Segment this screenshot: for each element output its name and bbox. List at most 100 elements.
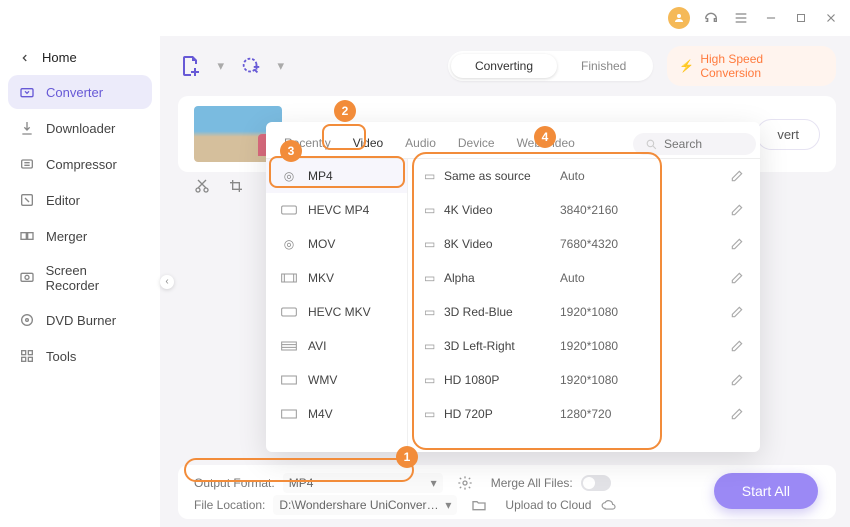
sidebar-item-compressor[interactable]: Compressor bbox=[8, 147, 152, 181]
tab-video[interactable]: Video bbox=[349, 130, 387, 158]
sidebar-item-label: Converter bbox=[46, 85, 103, 100]
crop-icon[interactable] bbox=[228, 178, 244, 194]
format-label: WMV bbox=[308, 373, 337, 387]
preset-res: 1920*1080 bbox=[560, 305, 730, 319]
tab-device[interactable]: Device bbox=[454, 130, 499, 158]
format-item-wmv[interactable]: WMV bbox=[266, 363, 407, 397]
preset-name: 3D Red-Blue bbox=[444, 305, 560, 319]
sidebar-item-label: Downloader bbox=[46, 121, 115, 136]
preset-row[interactable]: ▭Same as sourceAuto bbox=[408, 159, 760, 193]
back-label: Home bbox=[42, 50, 77, 65]
sidebar-item-editor[interactable]: Editor bbox=[8, 183, 152, 217]
disc-icon: ◎ bbox=[280, 237, 298, 251]
preset-row[interactable]: ▭HD 1080P1920*1080 bbox=[408, 363, 760, 397]
format-item-mkv[interactable]: MKV bbox=[266, 261, 407, 295]
preset-row[interactable]: ▭HD 720P1280*720 bbox=[408, 397, 760, 431]
sidebar-item-dvdburner[interactable]: DVD Burner bbox=[8, 303, 152, 337]
user-avatar[interactable] bbox=[668, 7, 690, 29]
start-all-button[interactable]: Start All bbox=[714, 473, 818, 509]
video-icon: ▭ bbox=[424, 305, 444, 319]
video-icon: ▭ bbox=[424, 169, 444, 183]
converter-icon bbox=[18, 83, 36, 101]
edit-preset-icon[interactable] bbox=[730, 305, 744, 319]
close-button[interactable] bbox=[822, 9, 840, 27]
folder-icon[interactable] bbox=[471, 497, 487, 513]
sidebar-item-converter[interactable]: Converter bbox=[8, 75, 152, 109]
topbar: ▾ ▾ Converting Finished ⚡ High Speed Con… bbox=[178, 46, 836, 86]
back-home[interactable]: Home bbox=[8, 42, 152, 73]
tools-icon bbox=[18, 347, 36, 365]
preset-res: 3840*2160 bbox=[560, 203, 730, 217]
sidebar-item-label: Compressor bbox=[46, 157, 117, 172]
edit-preset-icon[interactable] bbox=[730, 169, 744, 183]
video-icon: ▭ bbox=[424, 373, 444, 387]
film-icon bbox=[280, 271, 298, 285]
format-item-mp4[interactable]: ◎MP4 bbox=[266, 159, 407, 193]
convert-button[interactable]: vert bbox=[756, 119, 820, 150]
file-location-value: D:\Wondershare UniConverter 1 bbox=[279, 498, 439, 512]
editor-icon bbox=[18, 191, 36, 209]
format-label: MP4 bbox=[308, 169, 333, 183]
tab-audio[interactable]: Audio bbox=[401, 130, 440, 158]
sidebar-toggle-handle[interactable]: ‹ bbox=[160, 36, 174, 527]
titlebar bbox=[0, 0, 850, 36]
file-location-select[interactable]: D:\Wondershare UniConverter 1 ▾ bbox=[273, 495, 457, 515]
edit-preset-icon[interactable] bbox=[730, 407, 744, 421]
preset-row[interactable]: ▭3D Left-Right1920*1080 bbox=[408, 329, 760, 363]
video-icon: ▭ bbox=[424, 271, 444, 285]
preset-name: 3D Left-Right bbox=[444, 339, 560, 353]
sidebar-item-merger[interactable]: Merger bbox=[8, 219, 152, 253]
format-item-avi[interactable]: AVI bbox=[266, 329, 407, 363]
menu-icon[interactable] bbox=[732, 9, 750, 27]
output-format-label: Output Format: bbox=[194, 476, 275, 490]
maximize-button[interactable] bbox=[792, 9, 810, 27]
tab-converting[interactable]: Converting bbox=[451, 54, 557, 78]
trim-icon[interactable] bbox=[194, 178, 210, 194]
merger-icon bbox=[18, 227, 36, 245]
edit-preset-icon[interactable] bbox=[730, 339, 744, 353]
sidebar-item-screenrecorder[interactable]: Screen Recorder bbox=[8, 255, 152, 301]
edit-preset-icon[interactable] bbox=[730, 203, 744, 217]
format-item-hevcmp4[interactable]: HEVC MP4 bbox=[266, 193, 407, 227]
hevc-icon bbox=[280, 203, 298, 217]
format-search[interactable] bbox=[633, 133, 756, 155]
edit-preset-icon[interactable] bbox=[730, 271, 744, 285]
preset-res: 7680*4320 bbox=[560, 237, 730, 251]
preset-row[interactable]: ▭3D Red-Blue1920*1080 bbox=[408, 295, 760, 329]
format-label: MOV bbox=[308, 237, 335, 251]
screenrecorder-icon bbox=[18, 269, 36, 287]
upload-cloud-label: Upload to Cloud bbox=[505, 498, 591, 512]
settings-icon[interactable] bbox=[457, 475, 473, 491]
output-format-select[interactable]: MP4 ▾ bbox=[283, 473, 443, 493]
format-label: HEVC MKV bbox=[308, 305, 371, 319]
chevron-down-icon[interactable]: ▾ bbox=[217, 58, 224, 74]
add-file-button[interactable] bbox=[178, 53, 203, 79]
chevron-down-icon[interactable]: ▾ bbox=[277, 58, 284, 74]
format-item-hevcmkv[interactable]: HEVC MKV bbox=[266, 295, 407, 329]
cloud-icon[interactable] bbox=[599, 498, 617, 512]
add-url-button[interactable] bbox=[238, 53, 263, 79]
merge-toggle[interactable] bbox=[581, 475, 611, 491]
preset-row[interactable]: ▭8K Video7680*4320 bbox=[408, 227, 760, 261]
minimize-button[interactable] bbox=[762, 9, 780, 27]
search-input[interactable] bbox=[664, 137, 744, 151]
preset-row[interactable]: ▭4K Video3840*2160 bbox=[408, 193, 760, 227]
headset-icon[interactable] bbox=[702, 9, 720, 27]
bottom-panel: Output Format: MP4 ▾ Merge All Files: Fi… bbox=[178, 465, 836, 519]
tab-finished[interactable]: Finished bbox=[557, 54, 650, 78]
video-icon: ▭ bbox=[424, 339, 444, 353]
format-tabs: Recently Video Audio Device Web Video bbox=[266, 122, 760, 159]
annotation-3: 3 bbox=[280, 140, 302, 162]
sidebar-item-downloader[interactable]: Downloader bbox=[8, 111, 152, 145]
high-speed-badge[interactable]: ⚡ High Speed Conversion bbox=[667, 46, 836, 86]
format-item-mov[interactable]: ◎ MOV bbox=[266, 227, 407, 261]
preset-name: Alpha bbox=[444, 271, 560, 285]
format-item-m4v[interactable]: M4V bbox=[266, 397, 407, 431]
hevc-icon bbox=[280, 305, 298, 319]
sidebar-item-tools[interactable]: Tools bbox=[8, 339, 152, 373]
preset-res: Auto bbox=[560, 169, 730, 183]
edit-preset-icon[interactable] bbox=[730, 373, 744, 387]
edit-preset-icon[interactable] bbox=[730, 237, 744, 251]
chevron-left-icon bbox=[20, 53, 30, 63]
preset-row[interactable]: ▭AlphaAuto bbox=[408, 261, 760, 295]
